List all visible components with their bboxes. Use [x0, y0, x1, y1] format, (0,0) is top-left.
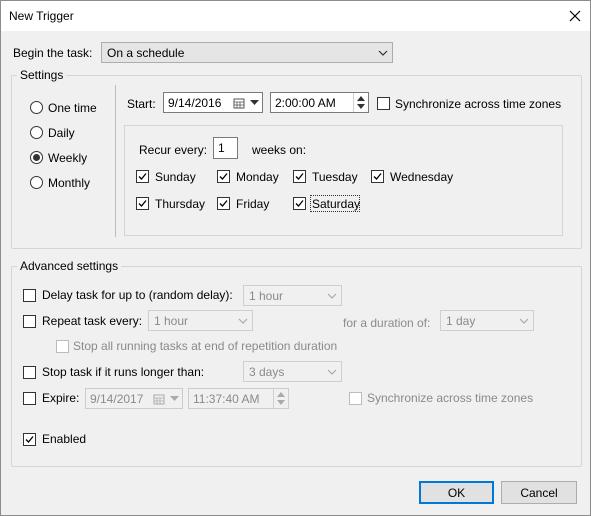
repeat-task-label: Repeat task every: — [42, 314, 143, 328]
sunday-checkbox[interactable] — [136, 170, 149, 183]
start-date-value: 9/14/2016 — [168, 95, 222, 110]
friday-label: Friday — [236, 197, 270, 211]
spin-down-icon — [357, 104, 365, 109]
saturday-checkbox[interactable] — [293, 197, 306, 210]
sunday-label: Sunday — [155, 170, 196, 184]
duration-value: 1 day — [446, 313, 476, 328]
radio-daily-label: Daily — [48, 126, 75, 140]
start-date-picker[interactable]: 9/14/2016 — [163, 92, 263, 113]
radio-selected-dot — [33, 154, 40, 161]
cancel-button-label: Cancel — [520, 485, 558, 500]
radio-one-time-label: One time — [48, 101, 97, 115]
expire-checkbox[interactable] — [23, 392, 36, 405]
checkmark-icon — [295, 173, 304, 180]
checkmark-icon — [295, 200, 304, 207]
thursday-checkbox[interactable] — [136, 197, 149, 210]
close-icon — [569, 10, 581, 22]
radio-monthly-label: Monthly — [48, 176, 91, 190]
spin-up-icon — [277, 392, 285, 397]
stop-all-tasks-checkbox[interactable] — [56, 340, 69, 353]
tuesday-label: Tuesday — [312, 170, 358, 184]
stop-task-longer-checkbox[interactable] — [23, 366, 36, 379]
checkmark-icon — [219, 200, 228, 207]
new-trigger-dialog: New Trigger Begin the task: On a schedul… — [0, 0, 591, 516]
checkmark-icon — [219, 173, 228, 180]
start-time-input[interactable]: 2:00:00 AM — [270, 92, 369, 113]
delay-task-checkbox[interactable] — [23, 289, 36, 302]
chevron-down-icon — [519, 318, 529, 324]
wednesday-label: Wednesday — [390, 170, 454, 184]
settings-group-title: Settings — [17, 68, 67, 82]
recur-weeks-input[interactable]: 1 — [213, 137, 238, 159]
spin-down-icon — [277, 400, 285, 405]
expire-time-input[interactable]: 11:37:40 AM — [188, 388, 289, 409]
weeks-on-label: weeks on: — [252, 143, 307, 157]
delay-value: 1 hour — [249, 288, 284, 303]
chevron-down-icon — [250, 100, 259, 105]
tuesday-checkbox[interactable] — [293, 170, 306, 183]
monday-checkbox[interactable] — [217, 170, 230, 183]
settings-divider — [115, 85, 116, 237]
chevron-down-icon — [238, 318, 248, 324]
expire-label: Expire: — [42, 391, 80, 405]
recur-every-label: Recur every: — [139, 143, 208, 157]
begin-task-dropdown[interactable]: On a schedule — [101, 42, 393, 63]
checkmark-icon — [25, 436, 34, 443]
enabled-checkbox[interactable] — [23, 433, 36, 446]
friday-checkbox[interactable] — [217, 197, 230, 210]
chevron-down-icon — [327, 369, 337, 375]
title-bar: New Trigger — [1, 1, 590, 31]
expire-date-value: 9/14/2017 — [90, 391, 144, 406]
repeat-task-checkbox[interactable] — [23, 315, 36, 328]
ok-button-label: OK — [447, 485, 466, 500]
calendar-icon — [233, 98, 245, 109]
checkmark-icon — [373, 173, 382, 180]
stop-task-duration-dropdown[interactable]: 3 days — [243, 361, 342, 382]
cancel-button[interactable]: Cancel — [501, 481, 577, 504]
chevron-down-icon — [170, 396, 179, 401]
stop-task-duration-value: 3 days — [249, 364, 285, 379]
repeat-interval-dropdown[interactable]: 1 hour — [148, 310, 253, 331]
delay-dropdown[interactable]: 1 hour — [243, 285, 342, 306]
chevron-down-icon — [378, 50, 388, 56]
wednesday-checkbox[interactable] — [371, 170, 384, 183]
expire-sync-checkbox[interactable] — [349, 392, 362, 405]
enabled-label: Enabled — [42, 432, 87, 446]
calendar-icon — [153, 394, 165, 405]
duration-label: for a duration of: — [343, 316, 431, 330]
delay-task-label: Delay task for up to (random delay): — [42, 288, 233, 302]
expire-date-picker[interactable]: 9/14/2017 — [85, 388, 183, 409]
recur-weeks-value: 1 — [218, 141, 225, 155]
sync-time-zones-checkbox[interactable] — [377, 97, 390, 110]
radio-monthly[interactable] — [30, 176, 43, 189]
expire-sync-label: Synchronize across time zones — [367, 391, 534, 405]
spin-up-icon — [357, 96, 365, 101]
ok-button[interactable]: OK — [419, 481, 494, 504]
stop-all-tasks-label: Stop all running tasks at end of repetit… — [73, 339, 338, 353]
start-time-value: 2:00:00 AM — [275, 95, 336, 110]
start-time-spinner[interactable] — [353, 93, 368, 112]
repeat-interval-value: 1 hour — [154, 313, 189, 328]
advanced-settings-title: Advanced settings — [17, 259, 122, 273]
window-title: New Trigger — [9, 9, 74, 23]
monday-label: Monday — [236, 170, 279, 184]
checkmark-icon — [138, 200, 147, 207]
begin-task-label: Begin the task: — [13, 46, 93, 60]
thursday-label: Thursday — [155, 197, 206, 211]
stop-task-longer-label: Stop task if it runs longer than: — [42, 365, 205, 379]
expire-time-value: 11:37:40 AM — [193, 391, 260, 406]
chevron-down-icon — [327, 293, 337, 299]
duration-dropdown[interactable]: 1 day — [440, 310, 534, 331]
expire-time-spinner[interactable] — [273, 389, 288, 408]
saturday-focus-rect — [310, 195, 360, 212]
begin-task-value: On a schedule — [107, 45, 185, 60]
sync-time-zones-label: Synchronize across time zones — [395, 97, 562, 111]
checkmark-icon — [138, 173, 147, 180]
radio-daily[interactable] — [30, 126, 43, 139]
radio-one-time[interactable] — [30, 101, 43, 114]
start-label: Start: — [127, 97, 156, 111]
radio-weekly[interactable] — [30, 151, 43, 164]
close-button[interactable] — [560, 1, 590, 31]
radio-weekly-label: Weekly — [48, 151, 88, 165]
